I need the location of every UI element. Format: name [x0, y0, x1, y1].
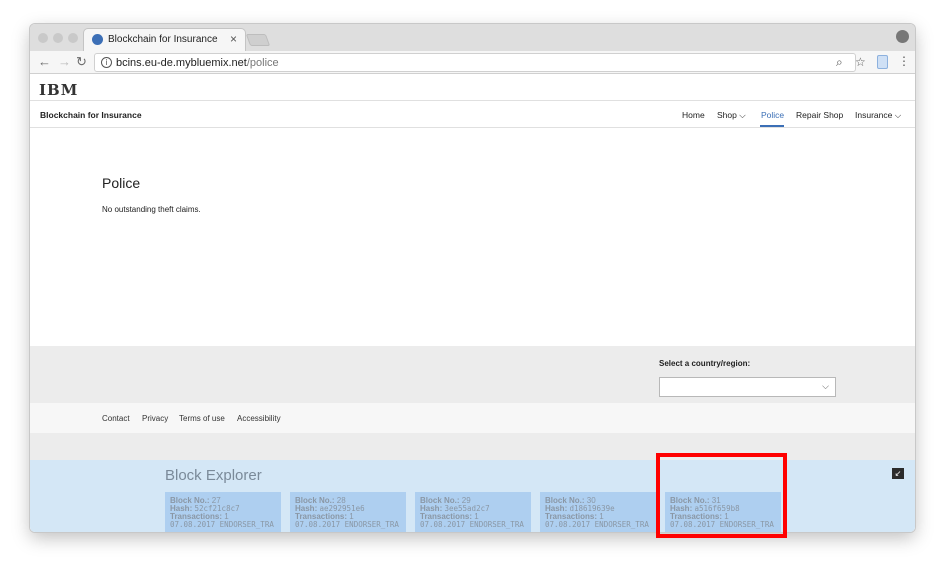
back-icon[interactable]: ← [38, 54, 51, 69]
browser-tab[interactable]: Blockchain for Insurance × [83, 28, 246, 51]
favicon-icon [92, 34, 103, 45]
collapse-icon[interactable]: ↙ [892, 468, 904, 479]
nav-shop-label: Shop [717, 110, 737, 120]
tab-close-icon[interactable]: × [230, 32, 237, 46]
chevron-down-icon: ⌵ [822, 381, 829, 391]
highlight-box [656, 453, 787, 538]
block-info: 07.08.2017 ENDORSER_TRA [545, 520, 649, 529]
nav-home[interactable]: Home [682, 110, 705, 120]
block-card[interactable]: Block No.: 28 Hash: ae292951e6 Transacti… [290, 492, 406, 532]
url-host: bcins.eu-de.mybluemix.net [116, 57, 247, 69]
footer-country-section: Select a country/region: ⌵ [30, 346, 915, 403]
status-message: No outstanding theft claims. [102, 205, 201, 214]
tab-strip: Blockchain for Insurance × [30, 24, 915, 51]
block-card[interactable]: Block No.: 30 Hash: d18619639e Transacti… [540, 492, 656, 532]
zoom-icon[interactable]: ⌕ [836, 55, 843, 70]
tab-title: Blockchain for Insurance [108, 34, 218, 45]
nav-repair-shop[interactable]: Repair Shop [796, 110, 843, 120]
url-text: bcins.eu-de.mybluemix.net/police [116, 57, 279, 69]
block-info: 07.08.2017 ENDORSER_TRA [420, 520, 524, 529]
nav-police[interactable]: Police [761, 110, 784, 120]
page-title: Police [102, 175, 141, 191]
block-info: 07.08.2017 ENDORSER_TRA [295, 520, 399, 529]
reload-icon[interactable]: ↻ [76, 54, 87, 70]
country-label: Select a country/region: [659, 359, 751, 368]
profile-icon[interactable] [896, 30, 909, 43]
forward-icon[interactable]: → [58, 54, 71, 69]
footer-link-privacy[interactable]: Privacy [142, 414, 168, 423]
site-name[interactable]: Blockchain for Insurance [40, 110, 142, 120]
url-path: /police [246, 57, 279, 69]
close-window-icon[interactable] [38, 33, 48, 43]
country-select[interactable]: ⌵ [659, 377, 836, 397]
maximize-window-icon[interactable] [68, 33, 78, 43]
footer-link-accessibility[interactable]: Accessibility [237, 414, 281, 423]
nav-shop[interactable]: Shop ⌵ [717, 110, 746, 121]
block-card[interactable]: Block No.: 29 Hash: 3ee55ad2c7 Transacti… [415, 492, 531, 532]
address-toolbar: ← → ↻ i bcins.eu-de.mybluemix.net/police… [30, 51, 915, 74]
footer-link-contact[interactable]: Contact [102, 414, 130, 423]
ibm-logo[interactable]: IBM [39, 81, 78, 99]
footer-links: Contact Privacy Terms of use Accessibili… [30, 403, 915, 433]
new-tab-button[interactable] [245, 34, 271, 46]
info-icon[interactable]: i [101, 57, 112, 68]
block-info: 07.08.2017 ENDORSER_TRA [170, 520, 274, 529]
block-explorer-title: Block Explorer [165, 467, 262, 484]
block-card[interactable]: Block No.: 27 Hash: 52cf21c8c7 Transacti… [165, 492, 281, 532]
nav-insurance-label: Insurance [855, 110, 893, 120]
star-icon[interactable]: ☆ [855, 55, 866, 69]
menu-icon[interactable]: ⋮ [898, 54, 910, 68]
extension-icon[interactable] [877, 55, 888, 69]
divider [30, 127, 915, 128]
chevron-down-icon: ⌵ [739, 110, 746, 120]
footer-link-terms[interactable]: Terms of use [179, 414, 225, 423]
chevron-down-icon: ⌵ [894, 110, 902, 120]
divider [30, 100, 915, 101]
nav-insurance[interactable]: Insurance ⌵ [855, 110, 901, 121]
minimize-window-icon[interactable] [53, 33, 63, 43]
address-bar[interactable]: i bcins.eu-de.mybluemix.net/police ⌕ ☆ [94, 53, 866, 72]
